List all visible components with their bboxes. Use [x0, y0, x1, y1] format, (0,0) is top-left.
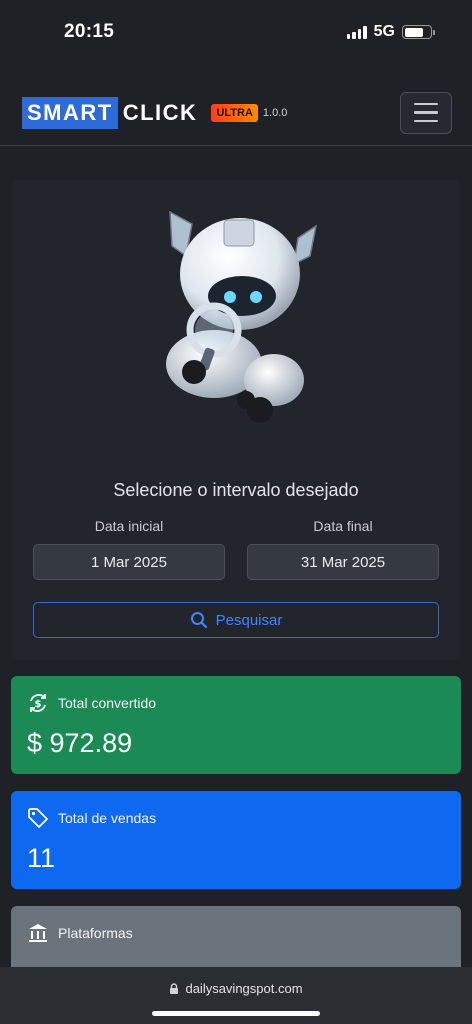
robot-illustration — [166, 210, 318, 423]
start-date-label: Data inicial — [94, 518, 164, 534]
browser-bar: dailysavingspot.com — [0, 967, 472, 1024]
platforms-label: Plataformas — [58, 925, 133, 941]
home-indicator[interactable] — [152, 1011, 320, 1016]
total-sales-card: Total de vendas 11 — [11, 791, 461, 889]
total-sales-label: Total de vendas — [58, 810, 157, 826]
start-date-input[interactable]: 1 Mar 2025 — [33, 544, 225, 580]
logo-smart: SMART — [22, 96, 118, 129]
bank-icon — [29, 924, 47, 942]
logo[interactable]: SMART CLICK ULTRA 1.0.0 — [22, 96, 288, 129]
url-text: dailysavingspot.com — [185, 981, 303, 996]
network-type: 5G — [373, 23, 395, 40]
version-label: 1.0.0 — [262, 106, 288, 119]
url-bar[interactable]: dailysavingspot.com — [169, 981, 303, 996]
search-button[interactable]: Pesquisar — [33, 602, 439, 638]
end-date-label: Data final — [313, 518, 373, 534]
hamburger-icon — [414, 102, 438, 106]
app-header: SMART CLICK ULTRA 1.0.0 — [0, 80, 472, 146]
total-sales-value: 11 — [27, 843, 56, 873]
status-bar: 20:15 5G — [0, 0, 472, 64]
lock-icon — [170, 982, 179, 994]
status-time: 20:15 — [64, 21, 115, 42]
search-button-label: Pesquisar — [215, 611, 283, 629]
battery-icon — [402, 25, 435, 39]
total-converted-label: Total convertido — [58, 695, 157, 711]
menu-button[interactable] — [400, 91, 452, 134]
total-converted-value: $ 972.89 — [27, 728, 133, 758]
svg-text:$: $ — [35, 699, 42, 710]
tag-icon — [28, 808, 48, 828]
ultra-badge: ULTRA — [211, 103, 258, 122]
search-title: Selecione o intervalo desejado — [113, 480, 359, 500]
signal-icon — [346, 25, 367, 39]
date-search-card: Selecione o intervalo desejado Data inic… — [12, 180, 460, 660]
dollar-exchange-icon: $ — [30, 694, 46, 712]
total-converted-card: $ Total convertido $ 972.89 — [11, 676, 461, 774]
end-date-input[interactable]: 31 Mar 2025 — [247, 544, 439, 580]
logo-click: CLICK — [122, 99, 198, 125]
search-icon — [190, 612, 207, 629]
status-icons: 5G — [346, 23, 435, 41]
